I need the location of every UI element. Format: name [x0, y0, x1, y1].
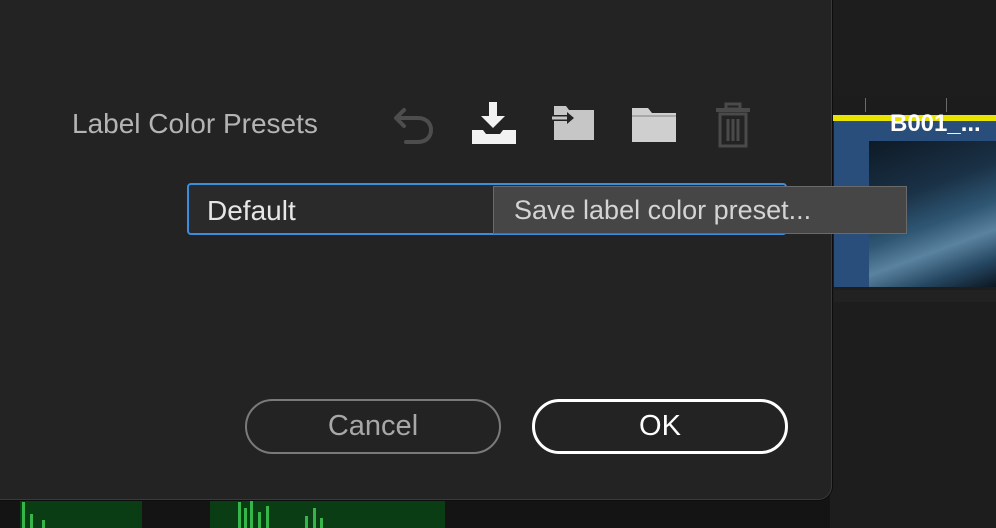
preset-select-value: Default: [207, 195, 296, 226]
export-preset-icon[interactable]: [550, 102, 596, 144]
cancel-button[interactable]: Cancel: [245, 399, 501, 454]
audio-clip[interactable]: [20, 500, 142, 528]
import-download-icon[interactable]: [470, 100, 518, 146]
audio-clip[interactable]: [210, 500, 445, 528]
track-divider: [834, 290, 996, 302]
save-preset-tooltip: Save label color preset...: [493, 186, 907, 234]
folder-icon[interactable]: [630, 104, 678, 144]
app-stage: B001_... Label Color Presets Default Sav…: [0, 0, 996, 528]
label-color-presets-label: Label Color Presets: [72, 108, 318, 139]
trash-icon[interactable]: [713, 102, 753, 148]
clip-name: B001_...: [890, 110, 981, 137]
ok-button[interactable]: OK: [532, 399, 788, 454]
ruler-tick: [865, 98, 866, 112]
undo-icon[interactable]: [392, 104, 436, 146]
